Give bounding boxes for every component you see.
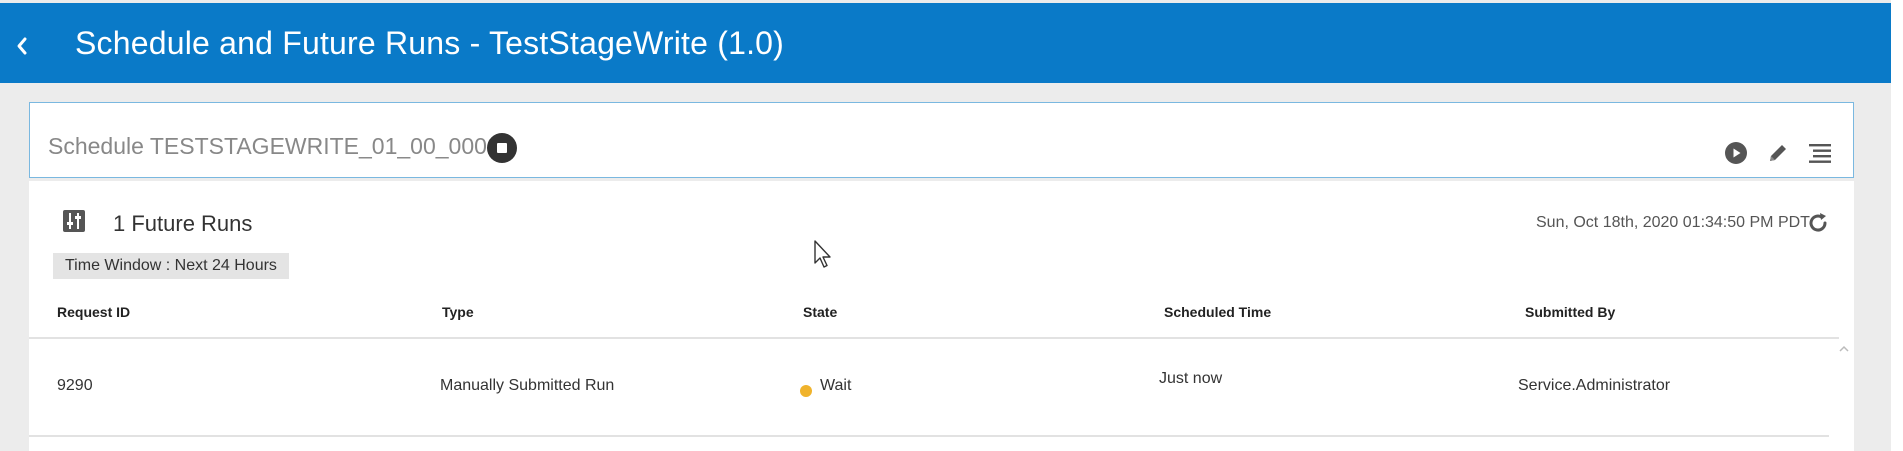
window-edge — [1891, 0, 1903, 451]
list-icon[interactable] — [1808, 141, 1834, 165]
chevron-left-icon — [17, 37, 27, 55]
sliders-icon — [63, 210, 85, 232]
column-header-state[interactable]: State — [803, 304, 837, 320]
back-button[interactable] — [10, 31, 34, 61]
column-header-scheduled-time[interactable]: Scheduled Time — [1164, 304, 1271, 320]
future-runs-panel: 1 Future Runs Sun, Oct 18th, 2020 01:34:… — [29, 181, 1854, 451]
pencil-icon[interactable] — [1766, 141, 1790, 165]
state-indicator-dot — [800, 385, 812, 397]
submitted-by-cell: Service.Administrator — [1518, 377, 1671, 394]
page-header: Schedule and Future Runs - TestStageWrit… — [0, 3, 1891, 83]
mouse-cursor-icon — [814, 240, 831, 268]
play-circle-icon[interactable] — [1724, 141, 1748, 165]
schedule-card: Schedule TESTSTAGEWRITE_01_00_0000 — [29, 102, 1854, 178]
type-cell: Manually Submitted Run — [440, 377, 615, 394]
scroll-up-icon[interactable] — [1838, 343, 1850, 355]
column-header-submitted-by[interactable]: Submitted By — [1525, 304, 1615, 320]
stop-icon — [497, 143, 507, 153]
column-header-request-id[interactable]: Request ID — [57, 304, 130, 320]
request-id-cell: 9290 — [57, 377, 93, 394]
scheduled-time-cell: Just now — [1159, 370, 1223, 387]
table-row[interactable]: 9290 Manually Submitted Run Wait Just no… — [29, 339, 1829, 435]
state-cell: Wait — [820, 377, 852, 394]
last-refresh-timestamp: Sun, Oct 18th, 2020 01:34:50 PM PDT — [1536, 214, 1810, 231]
page-title: Schedule and Future Runs - TestStageWrit… — [75, 25, 785, 61]
schedule-title: Schedule TESTSTAGEWRITE_01_00_0000 — [48, 133, 500, 159]
time-window-badge: Time Window : Next 24 Hours — [53, 253, 289, 279]
future-runs-title: 1 Future Runs — [113, 211, 253, 236]
refresh-icon[interactable] — [1806, 211, 1830, 235]
stop-schedule-button[interactable] — [487, 133, 517, 163]
column-header-type[interactable]: Type — [442, 304, 474, 320]
row-divider — [29, 435, 1829, 437]
